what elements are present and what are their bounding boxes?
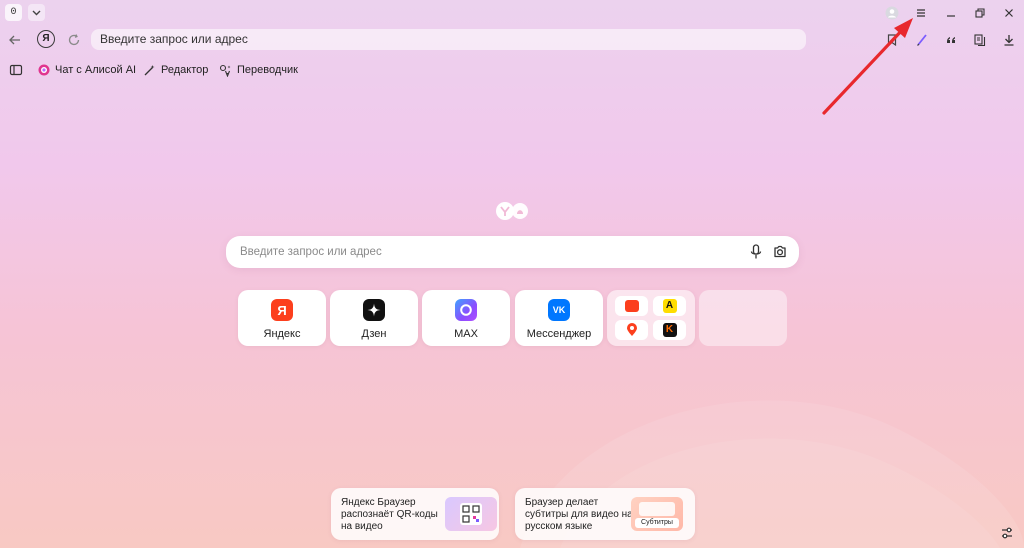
max-icon [455,299,477,321]
promo-text: Яндекс Браузер распознаёт QR-коды на вид… [341,497,438,532]
background-swirl [520,400,1024,548]
bookmark-editor[interactable]: Редактор [143,62,208,78]
subtitles-icon: Субтитры [631,497,683,531]
download-icon [1004,35,1014,46]
minimize-button[interactable] [941,3,961,23]
dzen-icon [363,299,385,321]
tile-empty[interactable] [699,290,787,346]
minimize-icon [947,15,955,17]
bookmark-label: Чат с Алисой AI [55,64,137,76]
downloads-button[interactable] [999,30,1019,50]
camera-search-icon [774,245,786,258]
arrow-left-icon [9,35,20,45]
alice-icon [38,64,50,76]
search-input[interactable]: Введите запрос или адрес [240,236,382,268]
sidebar-icon [9,64,23,76]
quote-icon [947,37,955,43]
pen-icon [917,34,927,46]
bookmark-label: Переводчик [237,64,298,76]
collections-button[interactable] [970,30,990,50]
tile-yandex[interactable]: Я Яндекс [238,290,326,346]
reload-icon [68,34,80,46]
subtitles-badge: Субтитры [635,518,679,528]
bookmark-alice-chat[interactable]: Чат с Алисой AI [38,62,136,78]
title-bar: 0 [0,0,1024,26]
map-pin-icon [615,320,648,340]
vk-icon: VK [548,299,570,321]
yandex-logo [496,202,528,220]
qr-code-icon [445,497,497,531]
search-box[interactable]: Введите запрос или адрес [226,236,799,268]
tile-label: MAX [454,328,478,340]
voice-search-button[interactable] [746,242,766,262]
app-taxi-icon [615,296,648,316]
address-bar[interactable]: Введите запрос или адрес [91,29,806,50]
pen-button[interactable] [912,30,932,50]
tile-messenger[interactable]: VK Мессенджер [515,290,603,346]
promo-qr[interactable]: Яндекс Браузер распознаёт QR-коды на вид… [331,488,499,540]
promo-text: Браузер делает субтитры для видео на рус… [525,497,633,532]
bookmark-label: Редактор [161,64,209,76]
image-search-button[interactable] [770,242,790,262]
bookmarks-bar: Чат с Алисой AI Редактор Переводчик [0,58,1024,82]
menu-button[interactable] [911,3,931,23]
restore-icon [975,8,985,18]
annotation-arrow [822,18,913,115]
hamburger-menu-icon [917,9,925,17]
tile-label: Мессенджер [526,328,592,340]
reload-button[interactable] [64,30,84,50]
translate-icon [219,64,231,77]
collections-icon [974,34,986,47]
microphone-icon [750,244,762,259]
promo-subtitles[interactable]: Браузер делает субтитры для видео на рус… [515,488,695,540]
close-icon [1005,9,1013,17]
profile-button[interactable] [882,3,902,23]
bookmark-button[interactable] [882,30,902,50]
close-button[interactable] [999,3,1019,23]
quote-button[interactable] [941,30,961,50]
yandex-icon: Я [271,299,293,321]
sidebar-toggle-button[interactable] [9,62,23,78]
app-afisha-icon: A [653,296,686,316]
bookmark-icon [887,34,897,47]
back-button[interactable] [5,30,25,50]
yandex-button[interactable]: Я [37,30,55,48]
bookmark-translator[interactable]: Переводчик [219,62,298,78]
chevron-down-icon [32,10,41,16]
tab-counter[interactable]: 0 [5,4,22,21]
tile-label: Яндекс [263,328,301,340]
tile-label: Дзен [361,328,387,340]
customize-button[interactable] [998,524,1016,542]
tile-max[interactable]: MAX [422,290,510,346]
restore-button[interactable] [970,3,990,23]
app-kinopoisk-icon: K [653,320,686,340]
profile-icon [885,6,899,20]
settings-sliders-icon [1002,527,1012,539]
tile-dzen[interactable]: Дзен [330,290,418,346]
tabs-dropdown-button[interactable] [28,4,45,21]
toolbar: Я Введите запрос или адрес [0,26,1024,54]
tile-group[interactable]: A K [607,290,695,346]
pen-sparkle-icon [144,64,155,75]
